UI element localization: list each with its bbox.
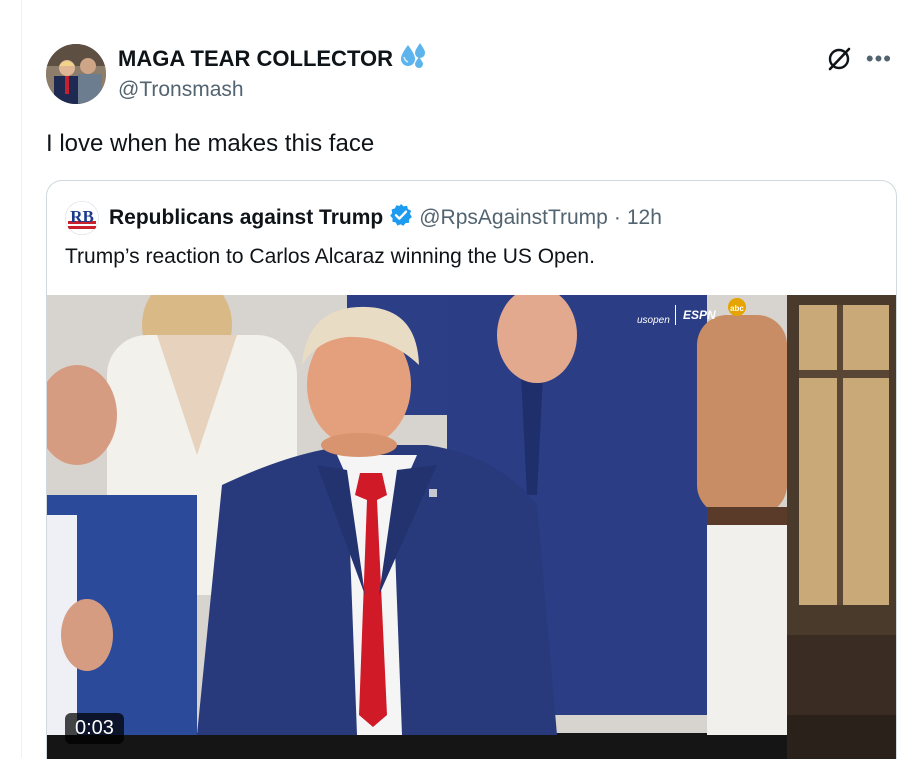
- sweat-droplets-emoji-icon: [399, 43, 427, 75]
- more-options-icon[interactable]: •••: [866, 48, 892, 70]
- quoted-avatar-letters: RB: [70, 207, 94, 226]
- verified-badge-icon: [389, 203, 413, 233]
- author-name[interactable]: MAGA TEAR COLLECTOR: [118, 46, 393, 72]
- grok-icon[interactable]: [826, 46, 852, 72]
- espn-logo: ESPN: [683, 308, 716, 322]
- author-block: MAGA TEAR COLLECTOR @Tronsmash: [118, 43, 427, 102]
- video-player[interactable]: usopen ESPN abc 0:03: [47, 295, 896, 759]
- tweet-text: I love when he makes this face: [46, 130, 375, 157]
- quoted-tweet-header: RB Republicans against Trump @RpsAgainst…: [65, 201, 662, 235]
- quoted-author-handle[interactable]: @RpsAgainstTrump: [419, 206, 608, 230]
- quoted-tweet-text: Trump’s reaction to Carlos Alcaraz winni…: [65, 245, 595, 268]
- usopen-logo: usopen: [637, 315, 670, 326]
- tweet-actions-top: •••: [826, 46, 892, 72]
- quoted-author-name[interactable]: Republicans against Trump: [109, 206, 383, 230]
- meta-separator: ·: [613, 206, 621, 229]
- author-handle[interactable]: @Tronsmash: [118, 78, 427, 102]
- author-avatar[interactable]: [46, 44, 106, 104]
- abc-logo: abc: [730, 304, 744, 313]
- quoted-author-avatar[interactable]: RB: [65, 201, 99, 235]
- author-display-name[interactable]: MAGA TEAR COLLECTOR: [118, 43, 427, 75]
- timeline-divider: [21, 0, 22, 758]
- quoted-tweet[interactable]: RB Republicans against Trump @RpsAgainst…: [46, 180, 897, 759]
- video-duration-badge: 0:03: [65, 713, 124, 744]
- video-frame: usopen ESPN abc: [47, 295, 896, 759]
- quoted-timestamp[interactable]: 12h: [627, 206, 662, 230]
